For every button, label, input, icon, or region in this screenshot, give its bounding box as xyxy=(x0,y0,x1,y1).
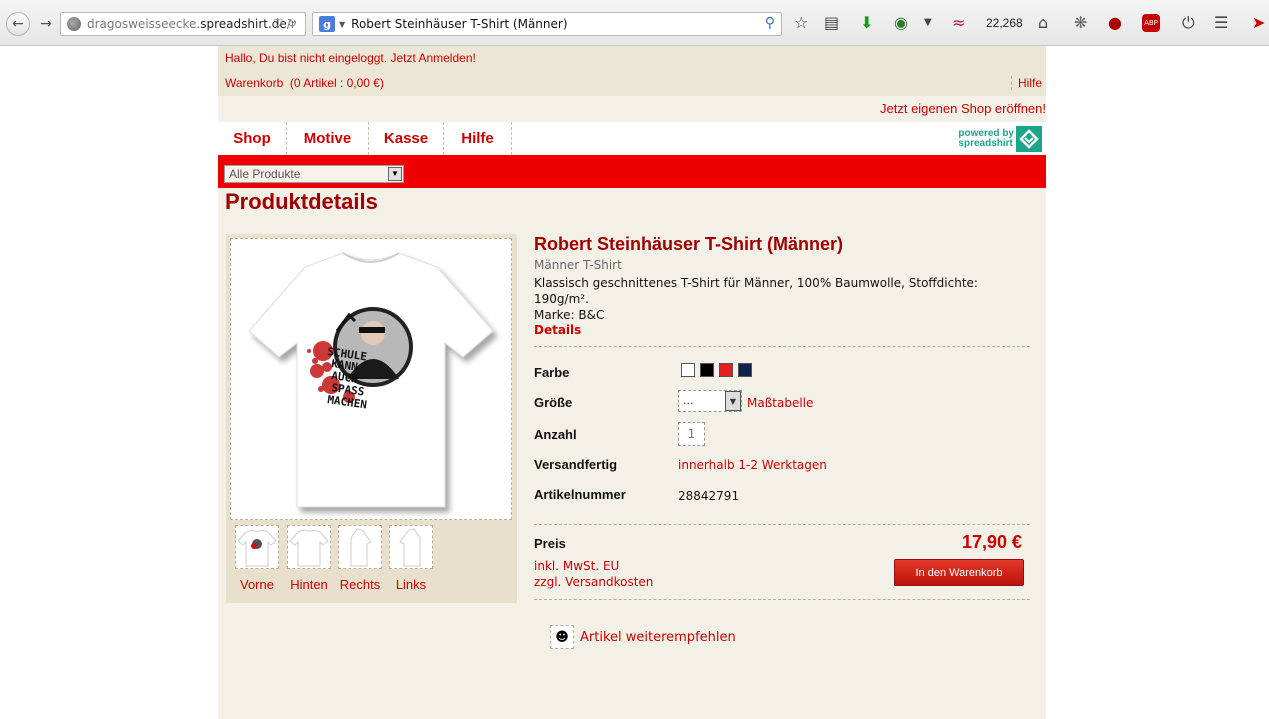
tab-kasse[interactable]: Kasse xyxy=(369,122,444,155)
divider xyxy=(534,599,1030,600)
greeting-text: Hallo, Du bist nicht eingeloggt. xyxy=(225,51,388,65)
addon-dropdown-icon[interactable]: ▼ xyxy=(924,14,932,32)
product-description: Klassisch geschnittenes T-Shirt für Männ… xyxy=(534,275,1030,323)
shipping-value: innerhalb 1-2 Werktagen xyxy=(678,458,827,472)
category-selected: Alle Produkte xyxy=(229,167,301,181)
shipping-label: Versandfertig xyxy=(534,457,618,472)
download-icon[interactable]: ⬇ xyxy=(860,14,873,32)
help-link[interactable]: Hilfe xyxy=(1010,76,1042,90)
product-title: Robert Steinhäuser T-Shirt (Männer) xyxy=(534,234,844,254)
power-icon[interactable]: ⏻ xyxy=(1182,14,1195,32)
page-title: Produktdetails xyxy=(225,189,378,214)
description-line-1: Klassisch geschnittenes T-Shirt für Männ… xyxy=(534,276,978,306)
category-select[interactable]: Alle Produkte ▼ xyxy=(224,165,404,183)
size-select[interactable]: ... ▼ xyxy=(678,390,742,412)
quantity-label: Anzahl xyxy=(534,427,577,442)
size-label: Größe xyxy=(534,395,573,410)
article-number-value: 28842791 xyxy=(678,489,740,503)
login-link[interactable]: Jetzt Anmelden! xyxy=(390,51,475,65)
addon-globe-icon[interactable]: ◉ xyxy=(894,14,908,32)
color-swatch-navy[interactable] xyxy=(738,363,752,377)
color-swatch-black[interactable] xyxy=(700,363,714,377)
tax-note[interactable]: inkl. MwSt. EU xyxy=(534,559,619,573)
back-button[interactable]: ← xyxy=(6,12,30,36)
details-link[interactable]: Details xyxy=(534,323,581,337)
thumbnail-front[interactable] xyxy=(235,525,279,569)
quantity-input[interactable]: 1 xyxy=(678,422,705,446)
divider xyxy=(534,524,1030,525)
tab-hilfe[interactable]: Hilfe xyxy=(444,122,512,155)
chevron-down-icon[interactable]: ▼ xyxy=(388,167,402,181)
search-icon[interactable]: ⚲ xyxy=(765,15,775,31)
color-swatch-white[interactable] xyxy=(681,363,695,377)
search-engine-dropdown-icon[interactable]: ▼ xyxy=(339,20,345,29)
shipping-costs-link[interactable]: zzgl. Versandkosten xyxy=(534,575,653,589)
product-image-panel: SCHULE KANN AUCH SPASS MACHEN Vorne Hint… xyxy=(226,234,517,603)
thumbnail-label-front[interactable]: Vorne xyxy=(231,577,283,592)
cart-summary[interactable]: Warenkorb (0 Artikel : 0,00 €) xyxy=(225,76,384,90)
price-label: Preis xyxy=(534,536,566,551)
article-number-label: Artikelnummer xyxy=(534,487,626,502)
dropdown-icon[interactable]: ▽ xyxy=(274,16,287,30)
thumbnail-back[interactable] xyxy=(287,525,331,569)
url-host-prefix: dragosweisseecke. xyxy=(87,17,201,31)
chevron-down-icon[interactable]: ▼ xyxy=(725,391,741,411)
bookmark-star-icon[interactable]: ☆ xyxy=(794,14,808,32)
adblock-icon[interactable]: ABP xyxy=(1142,14,1160,32)
spreadshirt-logo-icon xyxy=(1016,126,1042,152)
menu-icon[interactable]: ☰ xyxy=(1214,14,1228,32)
size-table-link[interactable]: Maßtabelle xyxy=(747,396,813,410)
description-line-2: Marke: B&C xyxy=(534,308,605,322)
tshirt-image: SCHULE KANN AUCH SPASS MACHEN xyxy=(248,252,494,508)
cart-link[interactable]: Warenkorb xyxy=(225,76,283,90)
url-controls[interactable]: ▽↻ xyxy=(274,16,301,30)
stats-counter: 22,268 xyxy=(986,16,1023,30)
thumbnail-label-left[interactable]: Links xyxy=(385,577,437,592)
product-subtitle: Männer T-Shirt xyxy=(534,258,622,272)
reading-list-icon[interactable]: ▤ xyxy=(824,14,839,32)
login-status: Hallo, Du bist nicht eingeloggt. Jetzt A… xyxy=(225,51,476,65)
search-text: Robert Steinhäuser T-Shirt (Männer) xyxy=(351,17,568,31)
login-bar: Hallo, Du bist nicht eingeloggt. Jetzt A… xyxy=(218,46,1046,96)
category-bar: Alle Produkte ▼ xyxy=(218,155,1046,188)
add-to-cart-button[interactable]: In den Warenkorb xyxy=(894,559,1024,586)
overflow-icon[interactable]: ➤ xyxy=(1252,14,1265,32)
cart-status: (0 Artikel : 0,00 €) xyxy=(289,76,384,90)
thumbnail-left[interactable] xyxy=(389,525,433,569)
product-image[interactable]: SCHULE KANN AUCH SPASS MACHEN xyxy=(230,238,512,520)
tab-motive[interactable]: Motive xyxy=(287,122,369,155)
thumbnail-right[interactable] xyxy=(338,525,382,569)
divider xyxy=(534,346,1030,347)
main-nav: Shop Motive Kasse Hilfe powered by spread… xyxy=(218,122,1046,155)
stats-icon[interactable]: ≈ xyxy=(952,14,965,32)
recommend-link[interactable]: Artikel weiterempfehlen xyxy=(580,630,736,645)
open-shop-link[interactable]: Jetzt eigenen Shop eröffnen! xyxy=(880,101,1046,116)
arrow-left-icon: ← xyxy=(12,16,24,32)
tab-shop[interactable]: Shop xyxy=(218,122,287,155)
forward-button[interactable]: → xyxy=(34,12,58,36)
color-label: Farbe xyxy=(534,365,570,380)
search-bar[interactable]: g ▼ Robert Steinhäuser T-Shirt (Männer) … xyxy=(312,12,782,36)
powered-by-line2: spreadshirt xyxy=(958,138,1013,149)
arrow-right-icon: → xyxy=(40,16,52,32)
home-icon[interactable]: ⌂ xyxy=(1038,14,1048,32)
url-bar[interactable]: dragosweisseecke. spreadshirt.de/r ▽↻ xyxy=(60,12,306,36)
addon-gears-icon[interactable]: ❋ xyxy=(1074,14,1087,32)
browser-toolbar: ← → dragosweisseecke. spreadshirt.de/r ▽↻… xyxy=(0,0,1269,46)
people-icon: ☻ xyxy=(550,625,574,649)
recommend-article[interactable]: ☻ Artikel weiterempfehlen xyxy=(550,625,736,649)
powered-by-spreadshirt[interactable]: powered by spreadshirt xyxy=(958,126,1042,152)
size-selected: ... xyxy=(683,394,694,407)
reload-icon[interactable]: ↻ xyxy=(287,16,301,30)
shop-page: Hallo, Du bist nicht eingeloggt. Jetzt A… xyxy=(218,46,1046,719)
record-icon[interactable]: ● xyxy=(1108,14,1122,32)
globe-icon xyxy=(67,17,81,31)
price-value: 17,90 € xyxy=(961,532,1022,552)
thumbnail-label-back[interactable]: Hinten xyxy=(283,577,335,592)
thumbnail-label-right[interactable]: Rechts xyxy=(334,577,386,592)
google-icon[interactable]: g xyxy=(319,16,335,32)
color-swatch-red[interactable] xyxy=(719,363,733,377)
